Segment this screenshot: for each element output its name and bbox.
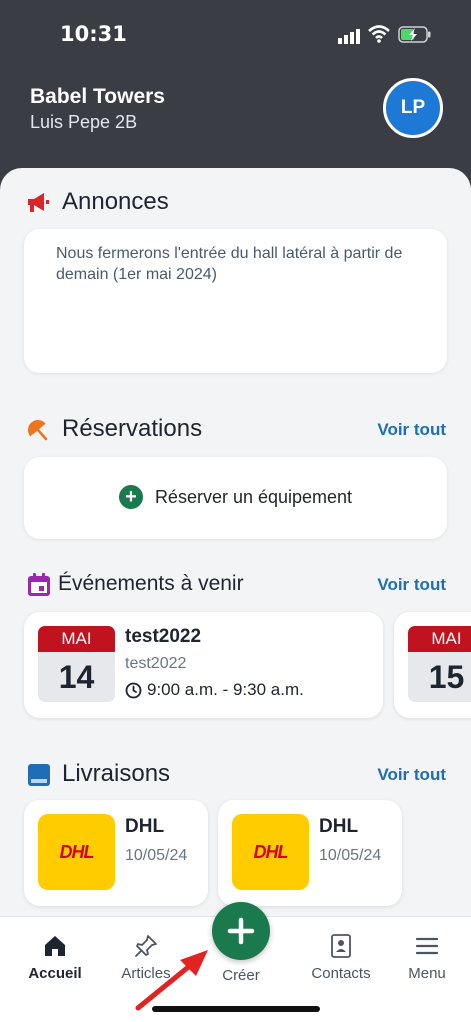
nav-menu[interactable]: Menu (382, 933, 471, 982)
deliveries-title: Livraisons (62, 760, 171, 787)
reservations-see-all-link[interactable]: Voir tout (377, 420, 446, 440)
home-icon (45, 936, 65, 956)
event-title: test2022 (125, 626, 202, 647)
megaphone-icon (28, 193, 49, 212)
event-subtitle: test2022 (125, 655, 187, 672)
event-time-label: 9:00 a.m. - 9:30 a.m. (147, 680, 304, 699)
delivery-date: 10/05/24 (125, 847, 188, 864)
calendar-icon (28, 573, 50, 596)
event-card[interactable]: MAI 14 test2022 test2022 9:00 a.m. - 9:3… (24, 612, 383, 718)
nav-menu-label: Menu (408, 965, 446, 982)
announcement-card[interactable]: Nous fermerons l'entrée du hall latéral … (24, 229, 447, 373)
avatar[interactable]: LP (383, 78, 443, 138)
nav-contacts-label: Contacts (311, 965, 371, 982)
main-content: Annonces Nous fermerons l'entrée du hall… (0, 168, 471, 928)
events-title: Événements à venir (58, 572, 244, 595)
delivery-card[interactable]: DHL DHL 10/05/24 (24, 800, 208, 906)
delivery-date: 10/05/24 (319, 847, 382, 864)
nav-contacts[interactable]: Contacts (296, 933, 386, 982)
red-arrow-annotation-icon (135, 950, 208, 1011)
contacts-book-icon (331, 934, 351, 958)
dhl-logo: DHL (38, 814, 115, 890)
announcement-text: Nous fermerons l'entrée du hall latéral … (56, 245, 403, 283)
cellular-signal-icon (338, 29, 360, 44)
event-time: 9:00 a.m. - 9:30 a.m. (125, 680, 304, 700)
clock-icon (125, 682, 142, 698)
reservations-title: Réservations (62, 415, 203, 442)
dhl-logo: DHL (232, 814, 309, 890)
hamburger-menu-icon (415, 937, 439, 955)
home-indicator (152, 1006, 320, 1012)
delivery-carrier: DHL (319, 816, 359, 837)
announcements-title: Annonces (62, 188, 169, 215)
reserve-equipment-button[interactable]: + Réserver un équipement (24, 457, 447, 539)
deliveries-see-all-link[interactable]: Voir tout (377, 765, 446, 785)
event-date-badge: MAI 14 (38, 626, 115, 702)
delivery-card[interactable]: DHL DHL 10/05/24 (218, 800, 402, 906)
package-icon (28, 764, 50, 786)
status-time: 10:31 (60, 22, 127, 46)
reserve-equipment-label: Réserver un équipement (154, 486, 353, 507)
dhl-logo-text: DHL (253, 841, 289, 862)
dhl-logo-text: DHL (59, 841, 95, 862)
event-card[interactable]: MAI 15 (394, 612, 471, 718)
wifi-icon (368, 25, 390, 43)
event-month: MAI (38, 626, 115, 652)
umbrella-icon (28, 420, 48, 441)
status-bar: 10:31 (0, 0, 471, 70)
event-day: 14 (58, 659, 95, 695)
nav-home[interactable]: Accueil (10, 933, 100, 982)
plus-circle-icon: + (118, 485, 143, 509)
battery-charging-icon (398, 26, 431, 43)
nav-home-label: Accueil (28, 965, 82, 982)
plus-icon (227, 917, 255, 945)
building-name: Babel Towers (30, 85, 165, 108)
create-button[interactable] (212, 902, 270, 960)
event-date-badge: MAI 15 (408, 626, 471, 702)
delivery-carrier: DHL (125, 816, 165, 837)
events-see-all-link[interactable]: Voir tout (377, 575, 446, 595)
event-day: 15 (428, 659, 465, 695)
resident-info: Luis Pepe 2B (30, 112, 138, 132)
event-month: MAI (408, 626, 471, 652)
